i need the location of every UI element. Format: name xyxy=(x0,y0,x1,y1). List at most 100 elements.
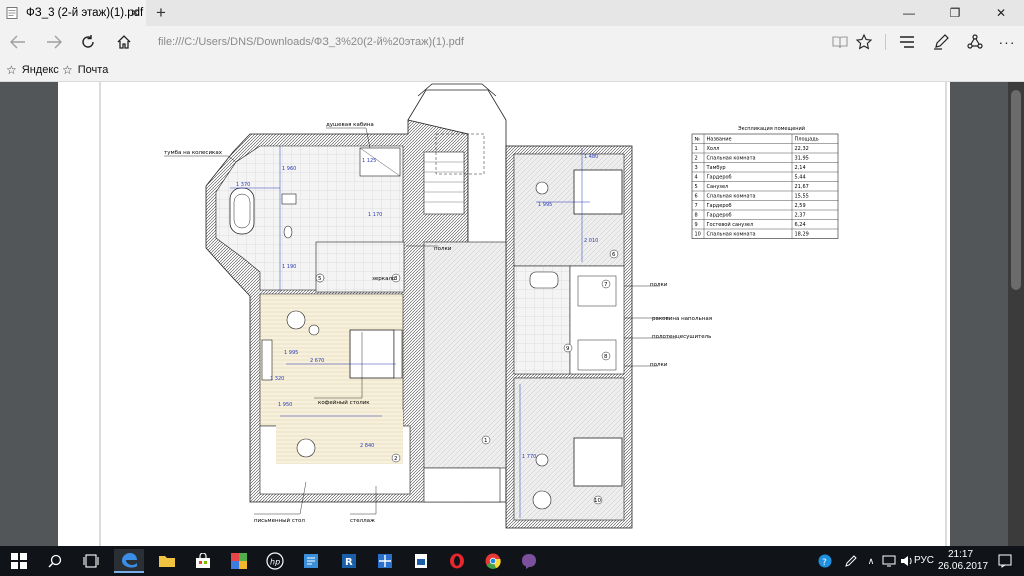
share-button[interactable] xyxy=(961,30,989,54)
more-button[interactable]: ··· xyxy=(993,30,1021,54)
clock-date[interactable]: 26.06.2017 xyxy=(938,561,988,572)
room-number: 6 xyxy=(612,252,616,258)
start-button[interactable] xyxy=(4,549,34,573)
table-cell: 6 xyxy=(695,194,698,200)
more-dots-icon: ··· xyxy=(998,34,1016,50)
taskbar-chrome[interactable] xyxy=(478,549,508,573)
table-cell: Спальная комната xyxy=(707,232,756,238)
store-bag-icon xyxy=(196,553,210,568)
web-note-button[interactable] xyxy=(927,30,955,54)
close-window-button[interactable]: ✕ xyxy=(978,0,1024,26)
wardrobe-8 xyxy=(577,339,617,371)
room-number: 8 xyxy=(604,354,608,360)
explication-table: Экспликация помещений № Название Площадь 1 Х… xyxy=(691,125,839,239)
action-center-button[interactable] xyxy=(990,549,1020,573)
table-cell: Спальная комната xyxy=(707,194,756,200)
taskbar-app-windows[interactable] xyxy=(370,549,400,573)
tab-pdf[interactable]: ФЗ_3 (2-й этаж)(1).pdf ✕ xyxy=(0,0,146,26)
clock-time[interactable]: 21:17 xyxy=(948,549,973,560)
bed-10 xyxy=(573,437,623,487)
taskbar-hp[interactable]: hp xyxy=(260,549,290,573)
table-cell: Гостевой санузел xyxy=(707,221,754,228)
r-app-icon: R xyxy=(342,554,356,568)
home-button[interactable] xyxy=(110,30,138,54)
bedroom-wood-extension xyxy=(276,410,403,464)
taskbar-explorer[interactable] xyxy=(152,549,182,573)
table-cell: Гардероб xyxy=(707,175,732,181)
pdf-page[interactable]: 1 370 1 960 1 125 1 190 1 170 1 995 2 67… xyxy=(58,82,950,546)
favorite-yandex[interactable]: ☆ Яндекс xyxy=(6,61,59,79)
task-view-button[interactable] xyxy=(76,549,106,573)
folder-icon xyxy=(159,556,175,567)
taskbar-app-r[interactable]: R xyxy=(334,549,364,573)
home-icon xyxy=(117,35,131,49)
taskbar-edge[interactable] xyxy=(114,549,144,573)
table-cell: 22,32 xyxy=(795,146,809,152)
hp-logo-icon: hp xyxy=(266,552,284,570)
annotation-mirror: зеркало xyxy=(372,276,396,282)
star-outline-icon: ☆ xyxy=(62,63,73,77)
table-cell: 5 xyxy=(695,184,698,190)
taskbar-opera[interactable] xyxy=(442,549,472,573)
favorite-label: Яндекс xyxy=(21,64,59,76)
wardrobe-unit xyxy=(261,339,273,381)
desk-chair xyxy=(296,438,316,458)
annotation-rack: стеллаж xyxy=(350,518,375,524)
chair-6 xyxy=(535,181,549,195)
search-button[interactable] xyxy=(40,549,70,573)
navigation-bar: file:///C:/Users/DNS/Downloads/ФЗ_3%20(2… xyxy=(0,26,1024,58)
dimension-label: 1 170 xyxy=(368,212,382,218)
help-icon: ? xyxy=(818,554,832,568)
table-cell: 18,29 xyxy=(795,232,809,238)
scrollbar-thumb[interactable] xyxy=(1011,90,1021,290)
forward-button[interactable] xyxy=(40,30,68,54)
table-cell: Санузел xyxy=(707,184,729,190)
room-number: 10 xyxy=(594,498,601,504)
table-cell: 31,95 xyxy=(795,156,809,162)
address-bar[interactable]: file:///C:/Users/DNS/Downloads/ФЗ_3%20(2… xyxy=(158,32,658,52)
taskbar-app-doc[interactable] xyxy=(406,549,436,573)
favorite-label: Почта xyxy=(77,64,109,76)
taskbar-app-blue[interactable] xyxy=(296,549,326,573)
table-cell: 10 xyxy=(695,232,701,238)
hall xyxy=(423,241,511,469)
chair-10 xyxy=(535,453,549,467)
opera-icon xyxy=(450,553,464,569)
taskbar-app-colorful[interactable] xyxy=(224,549,254,573)
minimize-button[interactable]: — xyxy=(886,0,932,26)
table-cell: 1 xyxy=(695,146,698,152)
share-icon xyxy=(967,34,983,49)
annotation-shelves-right: полки xyxy=(650,282,668,288)
taskbar-store[interactable] xyxy=(188,549,218,573)
bed-6 xyxy=(573,169,623,215)
room-number: 7 xyxy=(604,282,608,288)
favorite-button[interactable] xyxy=(850,30,878,54)
language-indicator[interactable]: РУС xyxy=(914,555,934,566)
table-cell: Холл xyxy=(707,146,720,152)
favorite-pochta[interactable]: ☆ Почта xyxy=(62,61,108,79)
hub-button[interactable] xyxy=(893,30,921,54)
viber-icon xyxy=(522,554,536,569)
dimension-label: 1 770 xyxy=(522,454,536,460)
table-cell: 2,14 xyxy=(795,165,806,171)
refresh-button[interactable] xyxy=(74,30,102,54)
tab-close-icon[interactable]: ✕ xyxy=(130,6,140,20)
table-cell: 5,44 xyxy=(795,175,806,181)
dimension-label: 2 840 xyxy=(360,443,374,449)
table-cell: 15,55 xyxy=(795,194,809,200)
refresh-icon xyxy=(82,35,94,48)
table-cell: 8 xyxy=(695,213,698,219)
taskbar-viber[interactable] xyxy=(514,549,544,573)
table-cell: Гардероб xyxy=(707,213,732,219)
restore-button[interactable]: ❐ xyxy=(932,0,978,26)
dimension-label: 1 190 xyxy=(282,264,296,270)
table-header: № xyxy=(695,137,701,143)
annotation-sink: раковина напольная xyxy=(652,316,712,322)
annotation-shelves-right-2: полки xyxy=(650,362,668,368)
dimension-label: 1 125 xyxy=(362,158,376,164)
notification-icon xyxy=(998,554,1012,568)
new-tab-button[interactable]: + xyxy=(150,2,172,24)
svg-text:?: ? xyxy=(822,558,827,568)
back-button[interactable] xyxy=(4,30,32,54)
edge-browser-icon xyxy=(122,553,137,568)
